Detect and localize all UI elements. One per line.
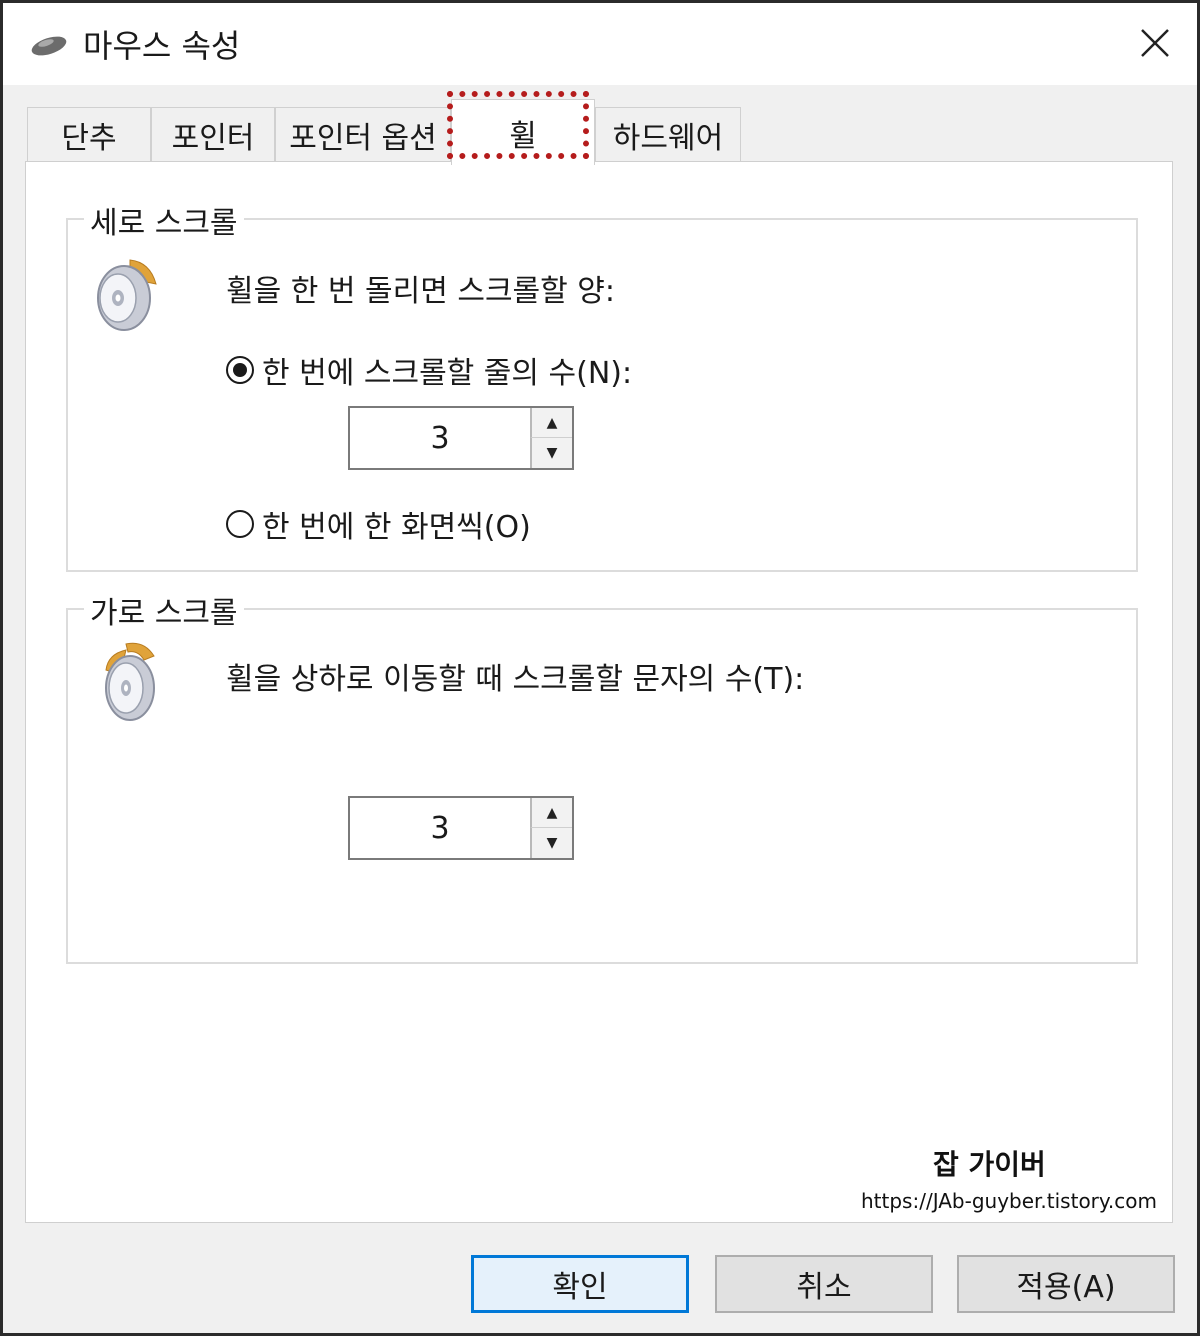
horizontal-scroll-title: 가로 스크롤	[84, 588, 244, 632]
chars-spin-buttons: ▲ ▼	[530, 798, 572, 858]
watermark-title: 잡 가이버	[933, 1148, 1046, 1181]
radio-lines-indicator[interactable]	[226, 356, 254, 384]
radio-screen-indicator[interactable]	[226, 510, 254, 538]
tab-pointers[interactable]: 포인터	[151, 107, 275, 161]
radio-screen-option[interactable]: 한 번에 한 화면씩(O)	[226, 502, 531, 546]
vertical-scroll-group: 세로 스크롤 휠을 한 번 돌리면 스크롤할 양: 한 번에 스크롤할 줄의 수…	[66, 198, 1138, 572]
lines-spin-buttons: ▲ ▼	[530, 408, 572, 468]
lines-decrement-button[interactable]: ▼	[530, 438, 572, 468]
apply-button[interactable]: 적용(A)	[957, 1255, 1175, 1313]
mouse-wheel-icon	[105, 642, 155, 721]
lines-spinbox[interactable]: 3 ▲ ▼	[348, 406, 574, 470]
arrow-up-icon: ▲	[546, 414, 558, 431]
cancel-button[interactable]: 취소	[715, 1255, 933, 1313]
close-button[interactable]	[1129, 17, 1181, 69]
mouse-icon	[31, 36, 67, 56]
horizontal-scroll-description: 휠을 상하로 이동할 때 스크롤할 문자의 수(T):	[226, 662, 805, 697]
tab-strip: 단추 포인터 포인터 옵션 휠 하드웨어	[3, 85, 1197, 165]
tab-pointer-options[interactable]: 포인터 옵션	[275, 107, 451, 161]
arrow-down-icon: ▼	[546, 835, 558, 851]
mouse-wheel-icon	[97, 259, 157, 331]
radio-screen-label: 한 번에 한 화면씩(O)	[262, 510, 531, 545]
chars-value[interactable]: 3	[350, 798, 530, 858]
arrow-down-icon: ▼	[546, 445, 558, 461]
chars-spinbox[interactable]: 3 ▲ ▼	[348, 796, 574, 860]
chars-increment-button[interactable]: ▲	[530, 798, 572, 828]
radio-lines-label: 한 번에 스크롤할 줄의 수(N):	[262, 356, 633, 391]
lines-increment-button[interactable]: ▲	[530, 408, 572, 438]
ok-button[interactable]: 확인	[471, 1255, 689, 1313]
chars-decrement-button[interactable]: ▼	[530, 828, 572, 858]
horizontal-scroll-group: 가로 스크롤 휠을 상하로 이동할 때 스크롤할 문자의 수(T): 3 ▲ ▼	[66, 588, 1138, 964]
close-icon	[1141, 29, 1169, 57]
tab-wheel[interactable]: 휠	[451, 99, 595, 165]
mouse-properties-window: 마우스 속성 단추 포인터 포인터 옵션 휠 하드웨어 세로 스크롤 휠을 한 …	[0, 0, 1200, 1336]
watermark-url: https://JAb-guyber.tistory.com	[861, 1189, 1157, 1213]
title-bar: 마우스 속성	[3, 3, 1197, 85]
wheel-tab-panel: 세로 스크롤 휠을 한 번 돌리면 스크롤할 양: 한 번에 스크롤할 줄의 수…	[25, 161, 1173, 1223]
radio-lines-option[interactable]: 한 번에 스크롤할 줄의 수(N):	[226, 348, 632, 392]
lines-value[interactable]: 3	[350, 408, 530, 468]
vertical-scroll-title: 세로 스크롤	[84, 198, 244, 242]
tab-buttons[interactable]: 단추	[27, 107, 151, 161]
arrow-up-icon: ▲	[546, 804, 558, 821]
vertical-scroll-description: 휠을 한 번 돌리면 스크롤할 양:	[226, 274, 615, 309]
window-title: 마우스 속성	[83, 27, 241, 65]
tab-hardware[interactable]: 하드웨어	[595, 107, 741, 161]
